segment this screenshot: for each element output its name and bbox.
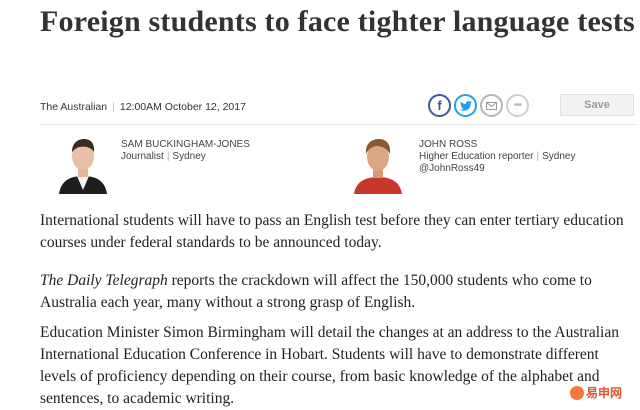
article-paragraph: The Daily Telegraph reports the crackdow… <box>40 270 636 314</box>
email-icon[interactable] <box>480 94 503 117</box>
divider <box>40 124 636 125</box>
author-info: JOHN ROSS Higher Education reporter | Sydn… <box>419 139 576 175</box>
watermark-text: 易申网 <box>586 386 623 400</box>
share-buttons: f ••• <box>428 94 529 117</box>
author-info: SAM BUCKINGHAM-JONES Journalist | Sydney <box>121 139 250 162</box>
author-role: Higher Education reporter <box>419 151 534 162</box>
source-publication: The Daily Telegraph <box>40 272 168 289</box>
author-photo <box>55 134 111 194</box>
save-button[interactable]: Save <box>560 94 634 116</box>
twitter-icon[interactable] <box>454 94 477 117</box>
author-role: Journalist <box>121 151 164 162</box>
meta-divider: | <box>112 101 115 113</box>
watermark: 易申网 <box>568 384 625 401</box>
article-headline: Foreign students to face tighter languag… <box>40 5 635 38</box>
article-paragraph: Education Minister Simon Birmingham will… <box>40 324 619 407</box>
author-twitter-handle[interactable]: @JohnRoss49 <box>419 163 575 175</box>
more-icon[interactable]: ••• <box>506 94 529 117</box>
article-meta-bar: The Australian | 12:00AM October 12, 201… <box>40 94 636 118</box>
facebook-icon[interactable]: f <box>428 94 451 117</box>
author-photo <box>350 134 406 194</box>
author-card: SAM BUCKINGHAM-JONES Journalist | Sydney <box>55 134 295 194</box>
publication-name[interactable]: The Australian <box>40 101 107 113</box>
author-card: JOHN ROSS Higher Education reporter | Sydn… <box>350 134 636 194</box>
author-name[interactable]: JOHN ROSS <box>419 139 575 151</box>
article-paragraph: International students will have to pass… <box>40 212 624 251</box>
author-name[interactable]: SAM BUCKINGHAM-JONES <box>121 139 250 151</box>
author-location: Sydney <box>542 151 576 162</box>
author-location: Sydney <box>172 151 206 162</box>
publish-timestamp: 12:00AM October 12, 2017 <box>119 101 246 113</box>
watermark-logo-icon <box>570 385 584 400</box>
